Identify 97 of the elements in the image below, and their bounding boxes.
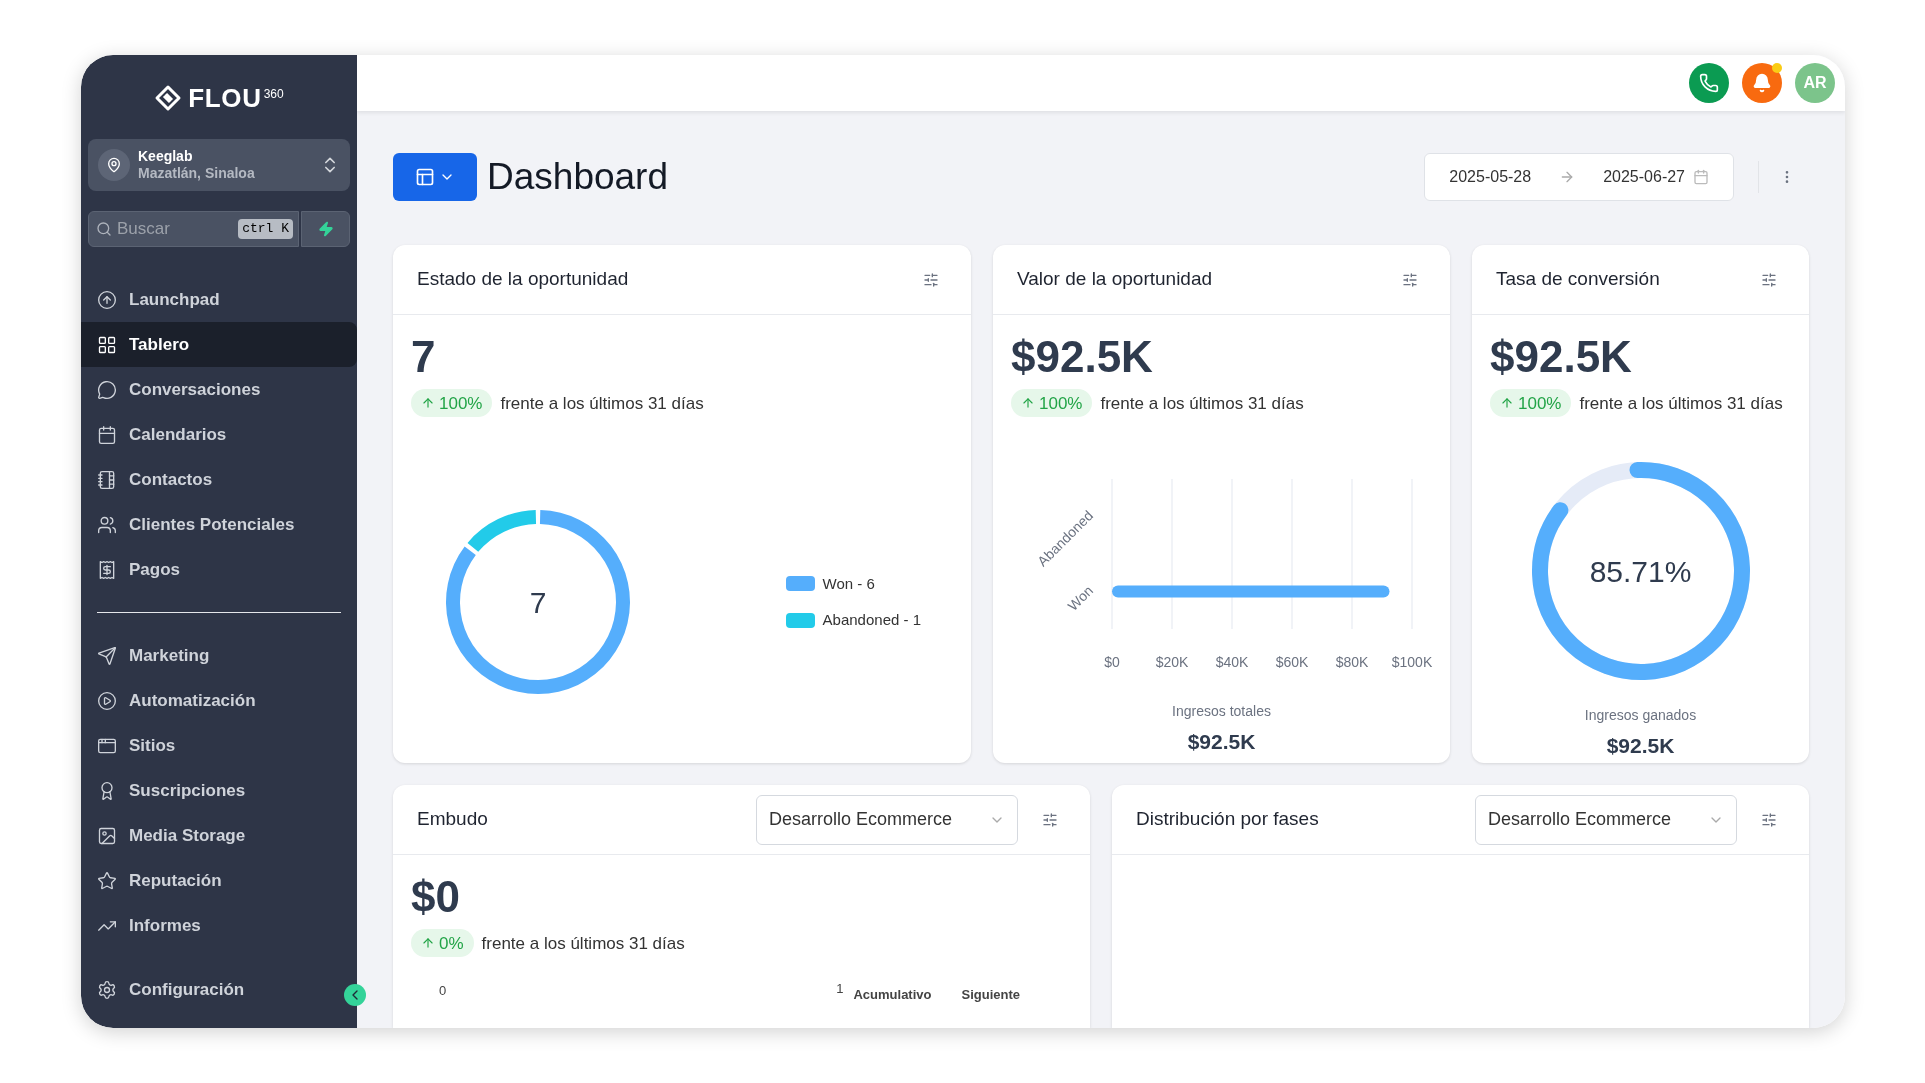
layout-icon xyxy=(415,167,435,187)
nav-item[interactable]: Marketing xyxy=(81,633,357,678)
sliders-icon xyxy=(1761,811,1777,828)
quick-action-button[interactable] xyxy=(301,211,350,247)
logo-icon xyxy=(154,84,183,112)
account-switcher[interactable]: Keeglab Mazatlán, Sinaloa xyxy=(88,139,350,191)
column-heading: Acumulativo xyxy=(853,986,932,1005)
metric-value: $92.5K xyxy=(1490,333,1633,382)
nav-item[interactable]: Sitios xyxy=(81,723,357,768)
paper-plane-icon xyxy=(97,645,117,666)
legend-label: Won - 6 xyxy=(822,573,875,594)
axis-label: $20K xyxy=(1155,654,1188,671)
footer-value: $92.5K xyxy=(1606,733,1675,760)
nav-item[interactable]: Launchpad xyxy=(81,277,357,322)
settings-icon xyxy=(97,979,117,1000)
chat-bubble-icon xyxy=(97,379,117,400)
nav-item[interactable]: Tablero xyxy=(81,322,357,367)
comparison-note: frente a los últimos 31 días xyxy=(481,932,685,955)
notebook-icon xyxy=(97,469,117,490)
axis-label: $40K xyxy=(1215,654,1248,671)
play-circle-icon xyxy=(97,690,117,711)
phone-button[interactable] xyxy=(1689,63,1729,103)
sliders-icon xyxy=(923,271,939,288)
axis-label: $80K xyxy=(1335,654,1368,671)
end-date: 2025-06-27 xyxy=(1603,167,1685,187)
change-value: 100% xyxy=(1518,392,1562,415)
comparison-note: frente a los últimos 31 días xyxy=(500,392,704,415)
footer-value: $92.5K xyxy=(1187,729,1256,756)
column-heading: Siguiente xyxy=(961,986,1020,1005)
layout-toggle-button[interactable] xyxy=(393,153,477,201)
people-icon xyxy=(97,514,117,535)
metric-value: $0 xyxy=(411,873,461,922)
axis-label: $60K xyxy=(1275,654,1308,671)
lightning-icon xyxy=(317,221,334,237)
image-icon xyxy=(97,825,117,846)
metric-value: $92.5K xyxy=(1011,333,1154,382)
bell-icon xyxy=(1752,73,1772,93)
pipeline-dropdown[interactable]: Desarrollo Ecommerce xyxy=(1475,794,1737,845)
card-title: Estado de la oportunidad xyxy=(417,267,630,292)
grid-icon xyxy=(97,334,117,355)
location-pin-icon xyxy=(106,157,122,173)
nav-item[interactable]: Media Storage xyxy=(81,813,357,858)
launch-icon xyxy=(97,289,117,310)
account-name: Keeglab xyxy=(138,147,193,165)
date-range-picker[interactable]: 2025-05-28 2025-06-27 xyxy=(1424,153,1734,201)
star-icon xyxy=(97,870,117,891)
brand-name: FLOU xyxy=(188,81,262,115)
nav-item[interactable]: Contactos xyxy=(81,457,357,502)
receipt-icon xyxy=(97,559,117,580)
nav-item[interactable]: Suscripciones xyxy=(81,768,357,813)
nav-item[interactable]: Reputación xyxy=(81,858,357,903)
change-value: 100% xyxy=(439,392,483,415)
donut-center-label: 7 xyxy=(529,584,547,621)
card-title: Valor de la oportunidad xyxy=(1017,267,1214,292)
footer-label: Ingresos totales xyxy=(1172,702,1271,722)
axis-label: 0 xyxy=(439,982,447,1001)
arrow-up-icon xyxy=(421,936,435,951)
calendar-icon xyxy=(1693,169,1709,185)
pipeline-dropdown[interactable]: Desarrollo Ecommerce xyxy=(756,794,1018,845)
page-title: Dashboard xyxy=(487,155,668,200)
footer-label: Ingresos ganados xyxy=(1584,706,1697,726)
change-value: 100% xyxy=(1039,392,1083,415)
card-title: Distribución por fases xyxy=(1136,807,1320,832)
shortcut-hint: ctrl K xyxy=(238,219,293,239)
phone-icon xyxy=(1699,73,1719,93)
search-icon xyxy=(96,221,112,237)
comparison-note: frente a los últimos 31 días xyxy=(1100,392,1304,415)
calendar-icon xyxy=(97,424,117,445)
legend-label: Abandoned - 1 xyxy=(822,610,921,631)
account-location: Mazatlán, Sinaloa xyxy=(138,165,255,183)
arrow-up-icon xyxy=(421,396,435,411)
collapse-sidebar-button[interactable] xyxy=(344,984,366,1006)
brand-superscript: 360 xyxy=(263,86,284,103)
arrow-up-icon xyxy=(1500,396,1514,411)
nav-item[interactable]: Informes xyxy=(81,903,357,948)
start-date: 2025-05-28 xyxy=(1449,167,1532,187)
card-title: Embudo xyxy=(417,807,489,832)
notifications-button[interactable] xyxy=(1742,63,1782,103)
nav-item[interactable]: Pagos xyxy=(81,547,357,592)
nav-item[interactable]: Configuración xyxy=(81,967,321,1012)
axis-label: 1 xyxy=(836,980,844,999)
gauge-center-label: 85.71% xyxy=(1589,553,1692,590)
nav-item[interactable]: Clientes Potenciales xyxy=(81,502,357,547)
change-value: 0% xyxy=(439,932,464,955)
sliders-icon xyxy=(1402,271,1418,288)
card-title: Tasa de conversión xyxy=(1496,267,1661,292)
axis-label: $100K xyxy=(1391,654,1432,671)
comparison-note: frente a los últimos 31 días xyxy=(1579,392,1783,415)
sliders-icon xyxy=(1761,271,1777,288)
arrow-up-icon xyxy=(1021,396,1035,411)
sliders-icon xyxy=(1042,811,1058,828)
axis-label: $0 xyxy=(1103,654,1120,671)
category-label: Won xyxy=(1064,582,1096,615)
nav-item[interactable]: Conversaciones xyxy=(81,367,357,412)
nav-item[interactable]: Calendarios xyxy=(81,412,357,457)
nav-item[interactable]: Automatización xyxy=(81,678,357,723)
metric-value: 7 xyxy=(411,333,437,382)
